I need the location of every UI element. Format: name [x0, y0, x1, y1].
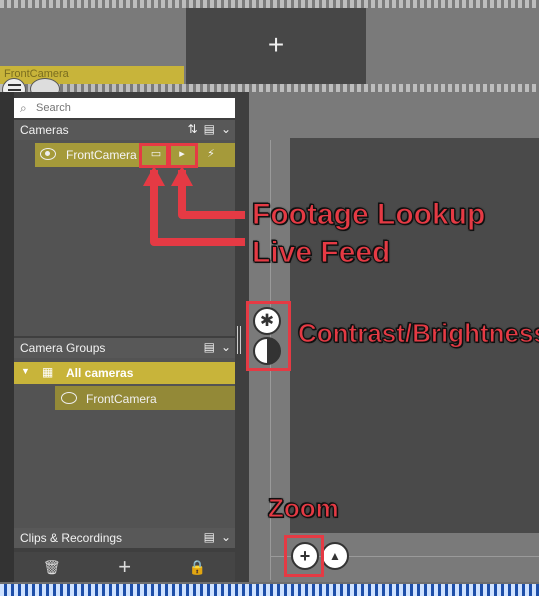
clips-toolbar: 🗑 + 🔒	[14, 552, 235, 582]
group-name: All cameras	[66, 366, 134, 380]
clips-title: Clips & Recordings	[20, 531, 123, 545]
camera-name: FrontCamera	[66, 148, 137, 162]
camera-icon	[61, 392, 77, 404]
zoom-highlight	[284, 535, 324, 577]
zoom-annotation: Zoom	[268, 493, 340, 524]
contrast-brightness-annotation: Contrast/Brightness	[298, 318, 539, 349]
chevron-down-icon[interactable]: ⌄	[221, 340, 231, 354]
trash-icon[interactable]: 🗑	[43, 559, 61, 576]
contrast-brightness-highlight	[246, 301, 291, 371]
search-input[interactable]	[36, 100, 226, 116]
timeline-add-slot[interactable]: +	[186, 8, 366, 84]
camera-icon	[40, 148, 56, 160]
search-icon: ⌕	[20, 101, 27, 115]
note-icon[interactable]: ▤	[204, 530, 215, 544]
menu-bar-icon	[7, 84, 21, 86]
timeline-strip: + FrontCamera	[0, 0, 539, 92]
chevron-down-icon[interactable]: ⌄	[221, 530, 231, 544]
expand-icon[interactable]: ▼	[21, 366, 30, 376]
menu-bar-icon	[7, 89, 21, 91]
footage-lookup-highlight	[139, 143, 169, 168]
timeline-perforation-top	[0, 0, 539, 8]
sort-icon[interactable]: ⇅	[188, 122, 198, 136]
search-box[interactable]: ⌕	[14, 98, 235, 118]
app-window: + FrontCamera ⌕ Cameras ⇅ ▤ ⌄ FrontCamer…	[0, 0, 539, 596]
group-camera-name: FrontCamera	[86, 392, 157, 406]
add-icon[interactable]: +	[118, 554, 131, 580]
footage-lookup-annotation: Footage Lookup	[251, 198, 486, 232]
sidebar-edge	[0, 92, 14, 582]
camera-list-item[interactable]: FrontCamera ▭ ▸ ⚡	[35, 143, 235, 167]
add-icon: +	[267, 28, 285, 60]
note-icon[interactable]: ▤	[204, 340, 215, 354]
timeline-camera-label: FrontCamera	[0, 66, 184, 84]
lock-icon[interactable]: 🔒	[189, 559, 206, 576]
chevron-down-icon[interactable]: ⌄	[221, 122, 231, 136]
timeline-perforation-bottom	[0, 84, 539, 92]
cameras-list	[14, 140, 235, 336]
group-row[interactable]: ▼ ▦ All cameras	[14, 362, 235, 384]
cameras-title: Cameras	[20, 123, 69, 137]
cameras-header[interactable]: Cameras ⇅ ▤ ⌄	[14, 120, 235, 140]
note-icon[interactable]: ▤	[204, 122, 215, 136]
live-feed-annotation: Live Feed	[251, 236, 391, 270]
panel-splitter[interactable]	[237, 326, 241, 354]
group-camera-item[interactable]: FrontCamera	[55, 386, 235, 410]
clips-header[interactable]: Clips & Recordings ▤ ⌄	[14, 528, 235, 548]
timeline-slot-right[interactable]	[368, 8, 539, 84]
grid-icon: ▦	[42, 365, 54, 379]
live-feed-highlight	[168, 143, 198, 168]
timeline-perforation-bottom-strip	[0, 584, 539, 596]
flash-icon[interactable]: ⚡	[200, 146, 222, 164]
camera-groups-title: Camera Groups	[20, 341, 106, 355]
camera-groups-header[interactable]: Camera Groups ▤ ⌄	[14, 338, 235, 358]
mountain-icon[interactable]: ▲	[321, 542, 349, 570]
